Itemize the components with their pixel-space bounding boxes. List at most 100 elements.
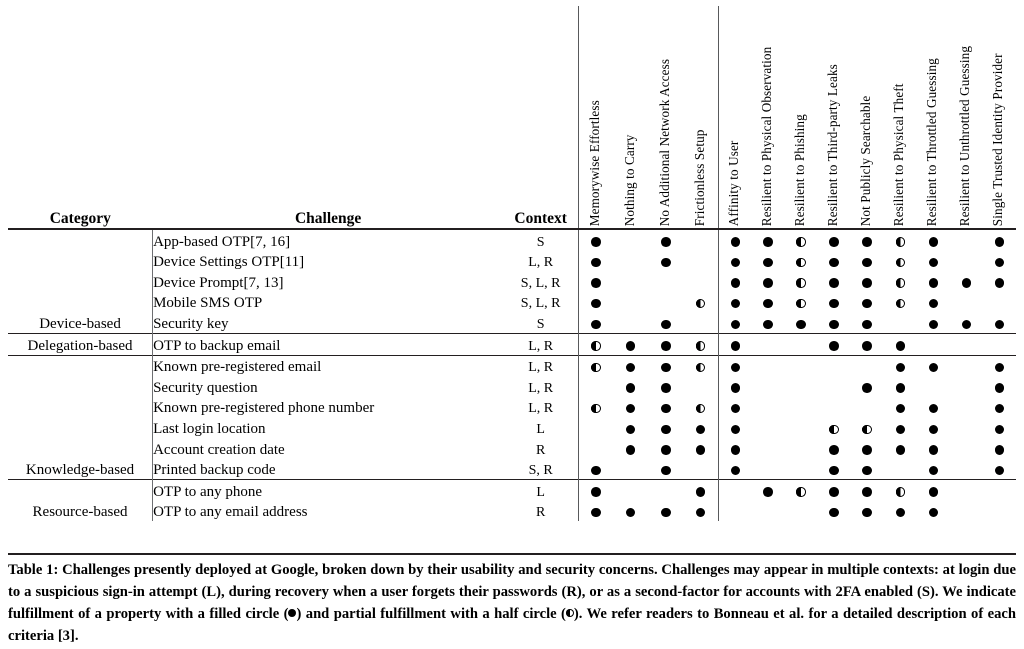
mark-cell: [850, 354, 884, 377]
empty-mark: [962, 363, 972, 373]
filled-circle-icon: [625, 403, 636, 414]
mark-cell: [851, 251, 884, 272]
filled-circle-icon: [591, 319, 601, 330]
mark-cell: [751, 228, 785, 251]
filled-circle-icon: [994, 424, 1005, 435]
empty-mark: [763, 445, 773, 455]
empty-mark: [626, 278, 636, 288]
mark-cell: [648, 479, 684, 501]
challenge-cell: OTP to any phone: [152, 479, 504, 501]
mark-cell: [718, 332, 752, 356]
empty-mark: [862, 404, 872, 414]
mark-cell: [784, 354, 818, 377]
empty-mark: [896, 466, 906, 476]
empty-mark: [929, 383, 939, 393]
challenge-cell: Device Settings OTP[11]: [152, 250, 504, 272]
mark-cell: [818, 397, 851, 418]
mark-cell: [613, 479, 649, 501]
table-row: Known pre-registered phone number L, R: [8, 396, 1016, 418]
table-row: Last login location L: [8, 417, 1016, 438]
mark-cell: [851, 417, 884, 438]
challenge-cell: Device Prompt[7, 13]: [152, 271, 504, 292]
filled-circle-icon: [829, 278, 839, 288]
empty-mark: [661, 487, 671, 497]
mark-cell: [917, 292, 950, 313]
filled-circle-icon: [661, 465, 671, 476]
filled-circle-icon: [994, 465, 1005, 476]
filled-circle-icon: [730, 278, 741, 288]
filled-circle-icon: [928, 278, 939, 288]
table-caption: Table 1: Challenges presently deployed a…: [8, 553, 1016, 648]
empty-mark: [763, 404, 773, 414]
mark-cell: [884, 501, 917, 522]
column-header-label: Not Publicly Searchable: [858, 95, 874, 226]
mark-cell: [950, 292, 983, 313]
mark-cell: [917, 251, 950, 272]
context-cell: R: [535, 442, 546, 458]
filled-circle-icon: [961, 278, 972, 288]
mark-cell: [883, 228, 917, 251]
mark-cell: [950, 251, 983, 272]
column-header-label: Resilient to Phishing: [791, 113, 807, 226]
filled-circle-icon: [591, 298, 601, 309]
empty-mark: [731, 487, 741, 497]
challenge-cell: OTP to backup email: [152, 332, 504, 356]
mark-cell: [613, 376, 648, 397]
empty-mark: [796, 363, 806, 373]
filled-circle-icon: [661, 403, 671, 414]
empty-mark: [626, 466, 636, 476]
empty-mark: [962, 341, 972, 351]
mark-cell: [818, 271, 851, 292]
table-row: Account creation date R: [8, 437, 1016, 459]
column-header-vertical: No Additional Network Access: [648, 6, 683, 229]
empty-mark: [763, 363, 773, 373]
table-row: Device Prompt[7, 13] S, L, R: [8, 271, 1016, 292]
filled-circle-icon: [829, 341, 839, 351]
half-circle-icon: [565, 609, 574, 618]
table-row: Resource-based OTP to any phone L: [8, 479, 1016, 522]
mark-cell: [883, 332, 917, 356]
mark-cell: [884, 251, 917, 272]
context-cell: R: [535, 505, 546, 521]
mark-cell: [577, 500, 614, 522]
filled-circle-icon: [862, 383, 872, 393]
mark-cell: [850, 228, 884, 251]
column-header-vertical: Nothing to Carry: [613, 6, 648, 229]
filled-circle-icon: [730, 445, 741, 455]
mark-cell: [718, 437, 752, 459]
mark-cell: [718, 500, 752, 522]
filled-circle-icon: [763, 237, 773, 247]
mark-cell: [785, 459, 818, 480]
mark-cell: [613, 251, 648, 272]
empty-mark: [796, 466, 806, 476]
category-cell: Resource-based: [8, 479, 153, 522]
mark-cell: [683, 228, 719, 251]
mark-cell: [718, 479, 752, 501]
filled-circle-icon: [730, 383, 741, 393]
mark-cell: [752, 376, 785, 397]
mark-cell: [983, 251, 1016, 272]
filled-circle-icon: [591, 487, 601, 497]
column-header-label: Resilient to Unthrottled Guessing: [957, 45, 973, 226]
filled-circle-icon: [862, 507, 872, 518]
mark-cell: [884, 438, 917, 459]
mark-cell: [577, 376, 614, 397]
mark-cell: [950, 271, 983, 292]
filled-circle-icon: [829, 237, 839, 247]
filled-circle-icon: [928, 403, 939, 414]
context-cell: S: [536, 316, 545, 332]
empty-mark: [962, 445, 972, 455]
filled-circle-icon: [928, 507, 939, 518]
context-cell: S, L, R: [520, 275, 561, 291]
half-circle-icon: [895, 237, 906, 247]
mark-cell: [851, 292, 884, 313]
half-circle-icon: [796, 487, 806, 497]
filled-circle-icon: [730, 237, 741, 247]
mark-cell: [718, 250, 752, 272]
filled-circle-icon: [661, 424, 671, 435]
mark-cell: [648, 501, 683, 522]
empty-mark: [829, 363, 839, 373]
filled-circle-icon: [591, 278, 601, 288]
empty-mark: [962, 237, 972, 247]
filled-circle-icon: [994, 383, 1005, 393]
